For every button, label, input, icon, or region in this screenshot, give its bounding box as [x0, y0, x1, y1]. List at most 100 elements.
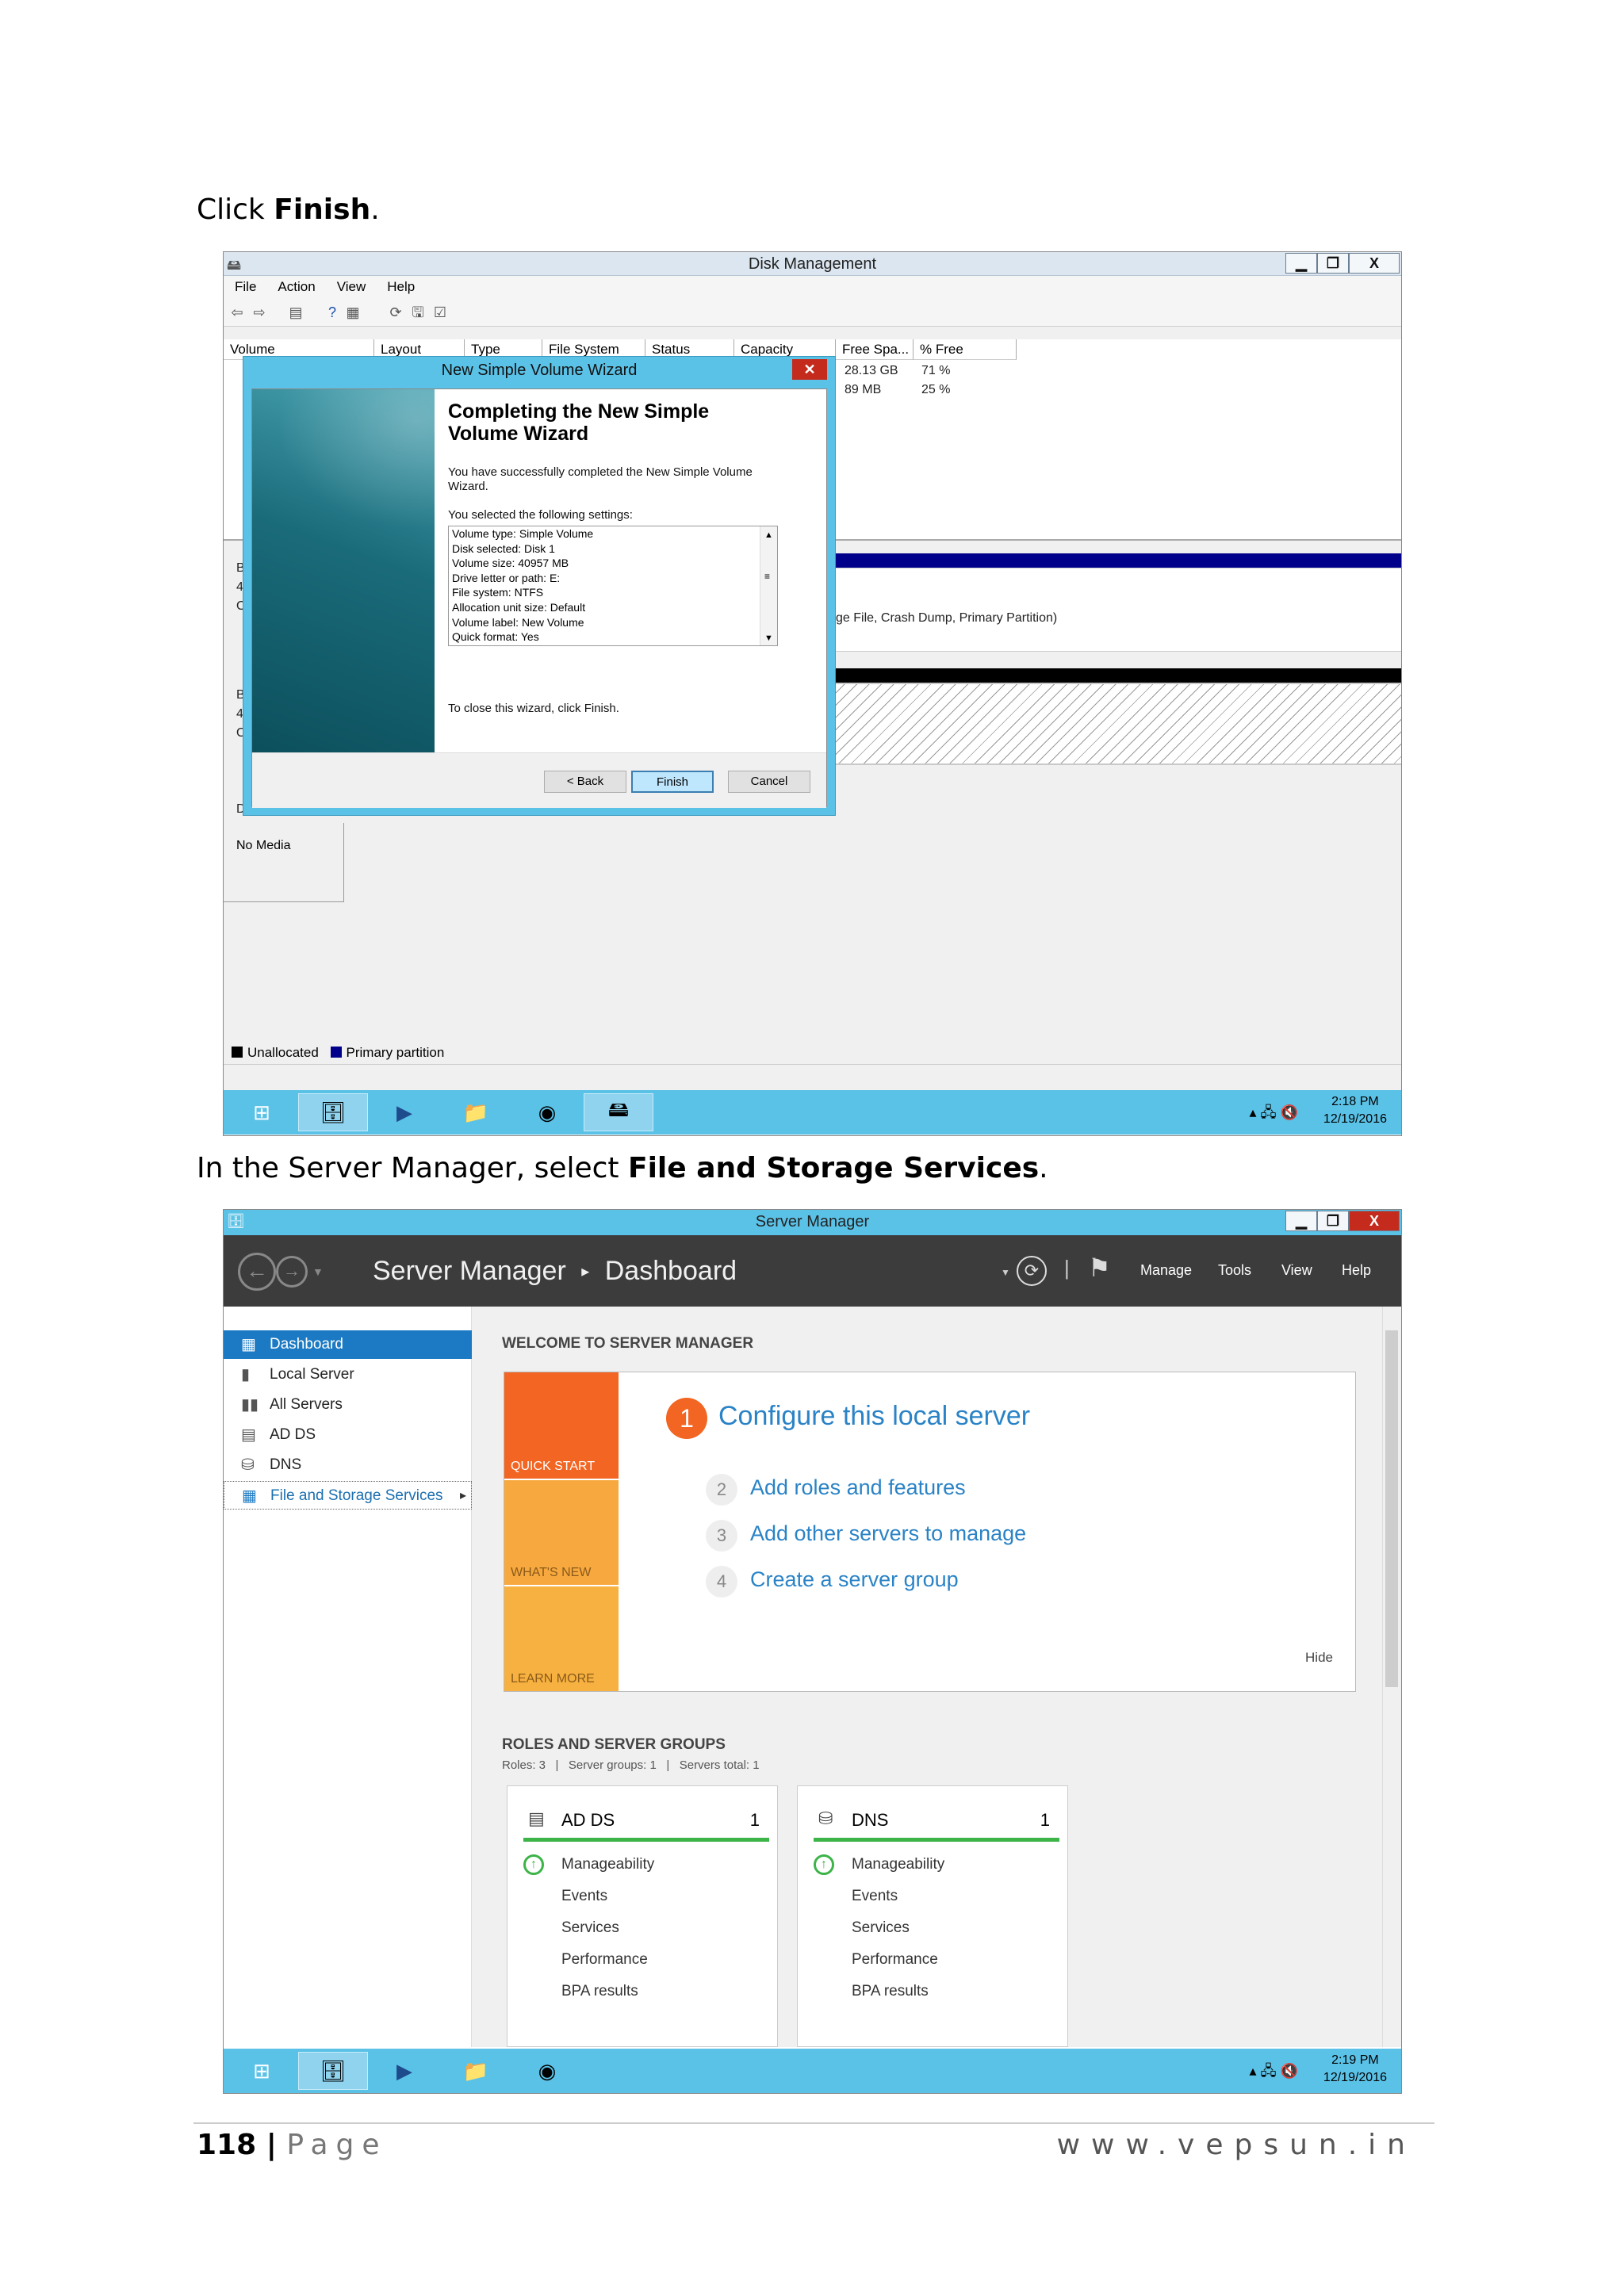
card-row-events[interactable]: Events — [852, 1888, 898, 1905]
hide-link[interactable]: Hide — [1305, 1650, 1333, 1666]
server-manager-taskbar-icon[interactable]: 🗄 — [298, 2052, 368, 2090]
breadcrumb-app[interactable]: Server Manager — [373, 1256, 566, 1286]
minimize-button[interactable]: ▁ — [1285, 253, 1317, 274]
restore-button[interactable]: ❐ — [1317, 253, 1349, 274]
disk-management-taskbar-icon[interactable]: 🖴 — [584, 1093, 653, 1131]
col-pct-free[interactable]: % Free — [914, 339, 1017, 360]
storage-icon: ▦ — [242, 1487, 257, 1505]
nav-file-storage-services[interactable]: ▦ File and Storage Services ▸ — [224, 1481, 472, 1510]
card-row-manageability[interactable]: Manageability — [561, 1856, 654, 1873]
main-scrollbar[interactable] — [1382, 1307, 1401, 2047]
card-row-services[interactable]: Services — [561, 1919, 619, 1937]
start-windows-icon[interactable]: ⊞ — [227, 1093, 297, 1131]
tile-whats-new[interactable]: WHAT'S NEW — [504, 1479, 619, 1585]
nav-dashboard[interactable]: ▦ Dashboard — [224, 1330, 472, 1359]
taskbar-clock[interactable]: 2:18 PM 12/19/2016 — [1323, 1093, 1387, 1128]
unallocated-region[interactable] — [831, 683, 1401, 765]
settings-scrollbar[interactable]: ▲ ≡ ▼ — [760, 526, 777, 645]
setting-line: File system: NTFS — [452, 586, 544, 599]
expand-arrow-icon[interactable]: ▸ — [460, 1482, 466, 1510]
finish-button[interactable]: Finish — [631, 771, 714, 793]
breadcrumb: Server Manager ▸ Dashboard — [373, 1256, 737, 1287]
back-button[interactable]: < Back — [544, 771, 626, 793]
scroll-down-icon[interactable]: ▼ — [764, 631, 773, 645]
nav-all-servers[interactable]: ▮▮ All Servers — [224, 1391, 472, 1419]
minimize-button[interactable]: ▁ — [1285, 1211, 1317, 1231]
quick-start-box: QUICK START WHAT'S NEW LEARN MORE 1 Conf… — [504, 1372, 1356, 1692]
tray-icons[interactable]: ▴ 🖧 🔇 — [1249, 1103, 1298, 1127]
wizard-close-button[interactable]: ✕ — [792, 359, 827, 380]
forward-nav-icon[interactable]: → — [276, 1256, 308, 1288]
properties-icon[interactable]: ▦ — [344, 304, 362, 320]
nav-label: All Servers — [270, 1396, 343, 1413]
partition-box[interactable] — [831, 568, 1401, 652]
powershell-icon[interactable]: ▶ — [370, 2052, 439, 2090]
add-roles-link[interactable]: Add roles and features — [750, 1475, 966, 1500]
server-icon: ▮ — [241, 1366, 251, 1383]
chrome-icon[interactable]: ◉ — [512, 1093, 582, 1131]
scrollbar-thumb[interactable] — [1385, 1330, 1398, 1687]
menu-action[interactable]: Action — [278, 279, 315, 295]
nav-dns[interactable]: ⛁ DNS — [224, 1451, 472, 1479]
card-row-performance[interactable]: Performance — [852, 1951, 938, 1969]
restore-button[interactable]: ❐ — [1317, 1211, 1349, 1231]
chrome-icon[interactable]: ◉ — [512, 2052, 582, 2090]
file-explorer-icon[interactable]: 📁 — [441, 1093, 511, 1131]
col-free-space[interactable]: Free Spa... — [836, 339, 914, 360]
tile-learn-more[interactable]: LEARN MORE — [504, 1585, 619, 1691]
card-row-manageability[interactable]: Manageability — [852, 1856, 944, 1873]
card-row-events[interactable]: Events — [561, 1888, 607, 1905]
powershell-icon[interactable]: ▶ — [370, 1093, 439, 1131]
tile-quick-start[interactable]: QUICK START — [504, 1372, 619, 1479]
refresh-icon[interactable]: ⟳ — [1017, 1256, 1047, 1286]
card-row-bpa[interactable]: BPA results — [852, 1983, 929, 2000]
nav-local-server[interactable]: ▮ Local Server — [224, 1360, 472, 1389]
window-title: Server Manager — [755, 1213, 870, 1230]
history-dropdown-icon[interactable]: ▼ — [312, 1265, 324, 1278]
back-nav-icon[interactable]: ← — [238, 1253, 276, 1291]
add-servers-link[interactable]: Add other servers to manage — [750, 1521, 1026, 1546]
refresh-dropdown-icon[interactable]: ▼ — [1001, 1267, 1010, 1278]
card-row-performance[interactable]: Performance — [561, 1951, 648, 1969]
menu-view[interactable]: View — [337, 279, 366, 295]
menu-help[interactable]: Help — [387, 279, 415, 295]
new-simple-volume-wizard: New Simple Volume Wizard ✕ Completing th… — [243, 356, 836, 816]
menu-help[interactable]: Help — [1342, 1262, 1371, 1279]
menu-manage[interactable]: Manage — [1140, 1262, 1192, 1279]
scroll-up-icon[interactable]: ▲ — [764, 528, 773, 543]
status-up-arrow-icon: ↑ — [814, 1854, 834, 1875]
role-card-dns[interactable]: ⛁ DNS 1 ↑ Manageability Events Services Pe… — [797, 1785, 1068, 2047]
help-icon[interactable]: ? — [324, 304, 341, 320]
start-windows-icon[interactable]: ⊞ — [227, 2052, 297, 2090]
console-tree-icon[interactable]: ▤ — [287, 304, 304, 320]
menu-view[interactable]: View — [1281, 1262, 1312, 1279]
configure-local-server-link[interactable]: Configure this local server — [718, 1401, 1030, 1432]
card-row-services[interactable]: Services — [852, 1919, 910, 1937]
card-row-bpa[interactable]: BPA results — [561, 1983, 638, 2000]
notifications-flag-icon[interactable]: ⚑ — [1088, 1253, 1111, 1283]
breadcrumb-page: Dashboard — [604, 1256, 737, 1286]
check-icon[interactable]: ☑ — [431, 304, 449, 320]
file-explorer-icon[interactable]: 📁 — [441, 2052, 511, 2090]
setting-line: Volume size: 40957 MB — [452, 557, 569, 570]
close-button[interactable]: X — [1349, 1211, 1400, 1231]
unallocated-swatch — [232, 1047, 243, 1058]
taskbar-clock[interactable]: 2:19 PM 12/19/2016 — [1323, 2052, 1387, 2087]
settings-list[interactable]: Volume type: Simple Volume Disk selected… — [448, 526, 778, 646]
back-arrow-icon[interactable]: ⇦ — [228, 304, 246, 320]
create-server-group-link[interactable]: Create a server group — [750, 1567, 959, 1592]
close-button[interactable]: X — [1349, 253, 1400, 274]
tray-icons[interactable]: ▴ 🖧 🔇 — [1249, 2061, 1298, 2085]
forward-arrow-icon[interactable]: ⇨ — [251, 304, 268, 320]
menu-tools[interactable]: Tools — [1218, 1262, 1251, 1279]
scroll-grip-icon[interactable]: ≡ — [764, 569, 770, 584]
cancel-button[interactable]: Cancel — [728, 771, 810, 793]
separator-bar: | — [1064, 1256, 1070, 1280]
refresh-icon[interactable]: ⟳ — [387, 304, 404, 320]
menu-file[interactable]: File — [235, 279, 256, 295]
rescan-icon[interactable]: 🖫 — [409, 304, 427, 320]
setting-line: Disk selected: Disk 1 — [452, 541, 555, 555]
nav-ad-ds[interactable]: ▤ AD DS — [224, 1421, 472, 1449]
role-card-adds[interactable]: ▤ AD DS 1 ↑ Manageability Events Services … — [507, 1785, 778, 2047]
server-manager-taskbar-icon[interactable]: 🗄 — [298, 1093, 368, 1131]
